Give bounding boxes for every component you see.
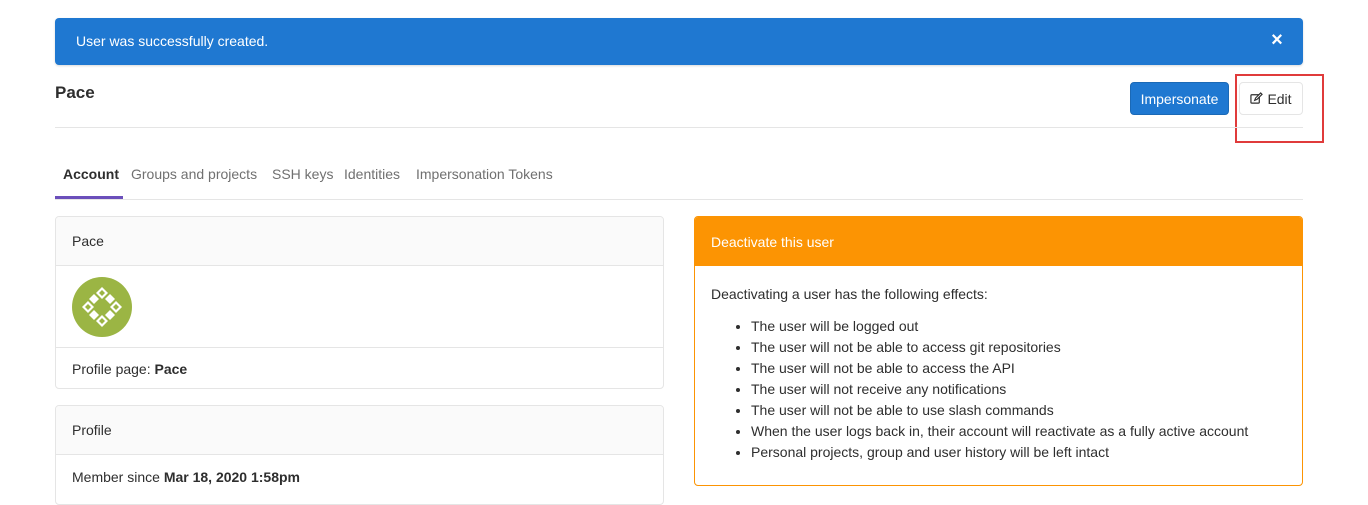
list-item: The user will not be able to access git … bbox=[751, 337, 1286, 358]
edit-label: Edit bbox=[1267, 90, 1292, 107]
tab-identities[interactable]: Identities bbox=[344, 166, 400, 182]
list-item: Personal projects, group and user histor… bbox=[751, 442, 1286, 463]
profile-page-label: Profile page: bbox=[72, 361, 151, 377]
close-icon[interactable]: × bbox=[1268, 29, 1286, 51]
identicon-image bbox=[72, 277, 132, 337]
page-title: Pace bbox=[55, 83, 95, 102]
impersonate-button[interactable]: Impersonate bbox=[1130, 82, 1229, 115]
profile-page-link[interactable]: Pace bbox=[155, 361, 188, 377]
tab-groups-and-projects[interactable]: Groups and projects bbox=[131, 166, 257, 182]
tab-account[interactable]: Account bbox=[63, 166, 119, 182]
profile-card: Profile Member since Mar 18, 2020 1:58pm bbox=[55, 405, 664, 505]
member-since-label: Member since bbox=[72, 469, 160, 485]
success-flash-alert: User was successfully created. × bbox=[55, 18, 1303, 65]
avatar bbox=[72, 277, 132, 337]
header-divider bbox=[55, 127, 1303, 128]
tabs-divider bbox=[55, 199, 1303, 200]
tab-ssh-keys[interactable]: SSH keys bbox=[272, 166, 333, 182]
avatar-row bbox=[56, 266, 663, 348]
member-since-value: Mar 18, 2020 1:58pm bbox=[163, 469, 301, 485]
list-item: The user will not receive any notificati… bbox=[751, 379, 1286, 400]
pencil-square-icon bbox=[1250, 92, 1264, 104]
tab-impersonation-tokens[interactable]: Impersonation Tokens bbox=[416, 166, 553, 182]
deactivate-user-card: Deactivate this user Deactivating a user… bbox=[694, 216, 1303, 486]
user-info-card: Pace Profile page: Pace bbox=[55, 216, 664, 389]
deactivate-intro: Deactivating a user has the following ef… bbox=[711, 286, 988, 302]
deactivate-effects-list: The user will be logged out The user wil… bbox=[711, 316, 1286, 463]
edit-button[interactable]: Edit bbox=[1239, 82, 1303, 115]
user-card-header: Pace bbox=[56, 217, 663, 266]
list-item: The user will not be able to use slash c… bbox=[751, 400, 1286, 421]
list-item: The user will not be able to access the … bbox=[751, 358, 1286, 379]
list-item: When the user logs back in, their accoun… bbox=[751, 421, 1286, 442]
flash-message: User was successfully created. bbox=[76, 33, 269, 49]
list-item: The user will be logged out bbox=[751, 316, 1286, 337]
deactivate-card-header: Deactivate this user bbox=[695, 217, 1302, 266]
profile-card-header: Profile bbox=[56, 406, 663, 455]
profile-page-row: Profile page: Pace bbox=[56, 348, 663, 388]
deactivate-card-body: Deactivating a user has the following ef… bbox=[695, 266, 1302, 483]
